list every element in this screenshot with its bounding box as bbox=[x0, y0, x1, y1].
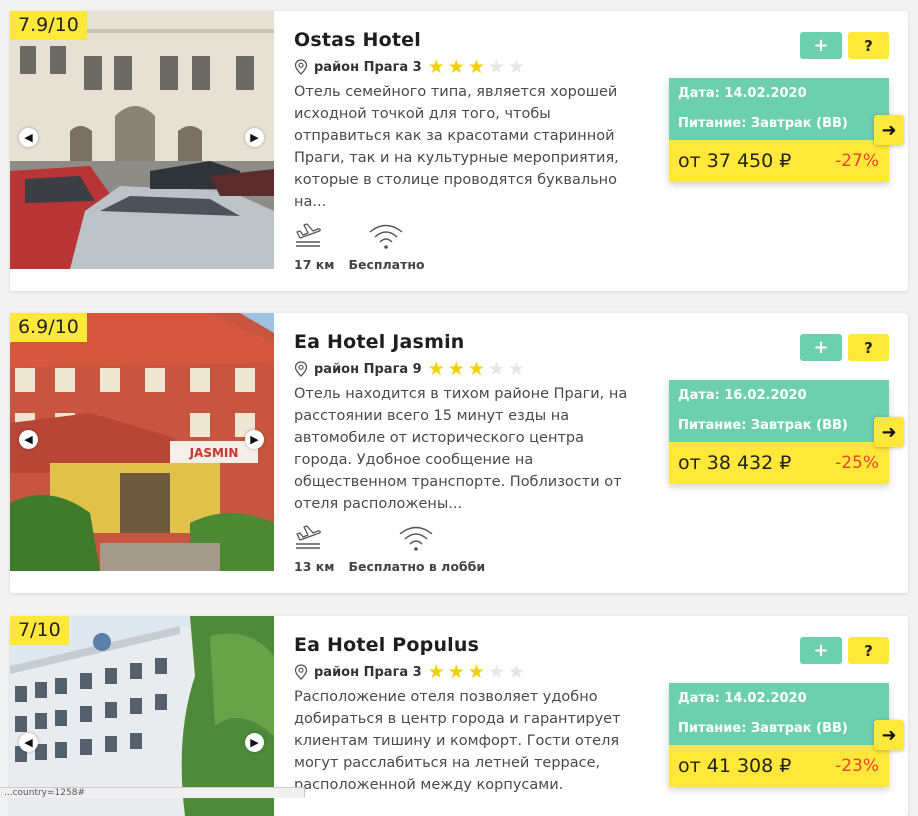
chevron-right-icon[interactable]: ▶ bbox=[245, 733, 264, 752]
features: 17 км Бесплатно bbox=[294, 221, 644, 272]
star-empty-icon: ★ bbox=[507, 56, 525, 78]
map-pin-icon bbox=[294, 664, 308, 680]
star-rating: ★ ★ ★ ★ ★ bbox=[427, 358, 528, 380]
jasmin-sign: JASMIN bbox=[189, 446, 239, 460]
hotel-name[interactable]: Ea Hotel Jasmin bbox=[294, 331, 644, 353]
add-button[interactable]: + bbox=[800, 32, 842, 59]
offer-price: от 41 308 ₽ bbox=[678, 755, 792, 777]
question-button[interactable]: ? bbox=[848, 637, 889, 664]
wifi-info: Бесплатно в лобби bbox=[348, 559, 486, 574]
offer-meal: Питание: Завтрак (BB) bbox=[678, 721, 848, 736]
wifi-icon bbox=[400, 526, 433, 551]
hotel-description: Отель находится в тихом районе Праги, на… bbox=[294, 386, 628, 512]
arrow-right-icon[interactable]: ➜ bbox=[874, 720, 904, 750]
star-icon: ★ bbox=[467, 358, 485, 380]
hotel-card: 7.9/10 ◀ ▶ Ostas Hotel район Прага 3 ★ ★… bbox=[10, 11, 908, 291]
offer-price: от 38 432 ₽ bbox=[678, 452, 792, 474]
hotel-description: Расположение отеля позволяет удобно доби… bbox=[294, 689, 621, 793]
airplane-landing-icon bbox=[296, 525, 321, 549]
arrow-right-icon[interactable]: ➜ bbox=[874, 417, 904, 447]
add-button[interactable]: + bbox=[800, 334, 842, 361]
offer-meal: Питание: Завтрак (BB) bbox=[678, 418, 848, 433]
chevron-right-icon[interactable]: ▶ bbox=[245, 430, 264, 449]
hotel-name[interactable]: Ostas Hotel bbox=[294, 29, 644, 51]
hotel-card: 7/10 ◀ ▶ Ea Hotel Populus район Прага 3 … bbox=[10, 616, 908, 816]
offer-price-row: от 41 308 ₽ -23% bbox=[669, 745, 889, 787]
offer-meal: Питание: Завтрак (BB) bbox=[678, 116, 848, 131]
district: район Прага 9 bbox=[314, 361, 422, 377]
star-icon: ★ bbox=[447, 661, 465, 683]
offer-details: Дата: 14.02.2020 Питание: Завтрак (BB) bbox=[669, 683, 889, 745]
chevron-left-icon[interactable]: ◀ bbox=[19, 430, 38, 449]
add-button[interactable]: + bbox=[800, 637, 842, 664]
wifi-info: Бесплатно bbox=[348, 257, 425, 272]
feature-wifi: Бесплатно в лобби bbox=[348, 523, 485, 574]
question-button[interactable]: ? bbox=[848, 334, 889, 361]
hotel-photo[interactable]: 7.9/10 ◀ ▶ bbox=[10, 11, 274, 269]
airplane-landing-icon bbox=[296, 223, 321, 247]
offer-price-row: от 37 450 ₽ -27% bbox=[669, 140, 889, 182]
offer-box[interactable]: Дата: 14.02.2020 Питание: Завтрак (BB) о… bbox=[669, 78, 889, 182]
location-row: район Прага 3 ★ ★ ★ ★ ★ bbox=[294, 57, 644, 77]
offer-price-row: от 38 432 ₽ -25% bbox=[669, 442, 889, 484]
offer-date: Дата: 14.02.2020 bbox=[678, 86, 807, 101]
district: район Прага 3 bbox=[314, 664, 422, 680]
feature-wifi: Бесплатно bbox=[348, 221, 425, 272]
star-empty-icon: ★ bbox=[487, 56, 505, 78]
status-url: ...country=1258# bbox=[0, 787, 305, 798]
offer-date: Дата: 16.02.2020 bbox=[678, 388, 807, 403]
offer-discount: -27% bbox=[835, 151, 879, 171]
chevron-right-icon[interactable]: ▶ bbox=[245, 128, 264, 147]
chevron-left-icon[interactable]: ◀ bbox=[19, 128, 38, 147]
arrow-right-icon[interactable]: ➜ bbox=[874, 115, 904, 145]
chevron-left-icon[interactable]: ◀ bbox=[19, 733, 38, 752]
airport-distance: 13 км bbox=[294, 559, 335, 574]
district: район Прага 3 bbox=[314, 59, 422, 75]
star-icon: ★ bbox=[467, 56, 485, 78]
offer-box[interactable]: Дата: 16.02.2020 Питание: Завтрак (BB) о… bbox=[669, 380, 889, 484]
feature-airport: 17 км bbox=[294, 221, 334, 272]
map-pin-icon bbox=[294, 361, 308, 377]
star-empty-icon: ★ bbox=[507, 661, 525, 683]
location-row: район Прага 9 ★ ★ ★ ★ ★ bbox=[294, 359, 644, 379]
offer-details: Дата: 16.02.2020 Питание: Завтрак (BB) bbox=[669, 380, 889, 442]
star-empty-icon: ★ bbox=[487, 358, 505, 380]
star-icon: ★ bbox=[467, 661, 485, 683]
offer-discount: -25% bbox=[835, 453, 879, 473]
star-icon: ★ bbox=[427, 661, 445, 683]
star-rating: ★ ★ ★ ★ ★ bbox=[427, 56, 528, 78]
hotel-name[interactable]: Ea Hotel Populus bbox=[294, 634, 644, 656]
location-row: район Прага 3 ★ ★ ★ ★ ★ bbox=[294, 662, 644, 682]
offer-box[interactable]: Дата: 14.02.2020 Питание: Завтрак (BB) о… bbox=[669, 683, 889, 787]
hotel-info: Ostas Hotel район Прага 3 ★ ★ ★ ★ ★ Отел… bbox=[294, 29, 644, 272]
hotel-description: Отель семейного типа, является хорошей и… bbox=[294, 84, 619, 210]
hotel-photo[interactable]: JASMIN 6.9/10 ◀ ▶ bbox=[10, 313, 274, 571]
offer-price: от 37 450 ₽ bbox=[678, 150, 792, 172]
hotel-photo[interactable]: 7/10 ◀ ▶ bbox=[10, 616, 274, 816]
hotel-info: Ea Hotel Jasmin район Прага 9 ★ ★ ★ ★ ★ … bbox=[294, 331, 644, 574]
star-rating: ★ ★ ★ ★ ★ bbox=[427, 661, 528, 683]
features: 13 км Бесплатно в лобби bbox=[294, 523, 644, 574]
airport-distance: 17 км bbox=[294, 257, 335, 272]
star-empty-icon: ★ bbox=[507, 358, 525, 380]
feature-airport: 13 км bbox=[294, 523, 334, 574]
map-pin-icon bbox=[294, 59, 308, 75]
star-icon: ★ bbox=[427, 358, 445, 380]
hotel-card: JASMIN 6.9/10 ◀ ▶ Ea Hotel Jasmin район … bbox=[10, 313, 908, 593]
rating-badge: 7/10 bbox=[10, 616, 69, 645]
offer-date: Дата: 14.02.2020 bbox=[678, 691, 807, 706]
rating-badge: 7.9/10 bbox=[10, 11, 87, 40]
hotel-info: Ea Hotel Populus район Прага 3 ★ ★ ★ ★ ★… bbox=[294, 634, 644, 796]
offer-discount: -23% bbox=[835, 756, 879, 776]
wifi-icon bbox=[370, 224, 403, 249]
question-button[interactable]: ? bbox=[848, 32, 889, 59]
rating-badge: 6.9/10 bbox=[10, 313, 87, 342]
star-icon: ★ bbox=[447, 358, 465, 380]
offer-details: Дата: 14.02.2020 Питание: Завтрак (BB) bbox=[669, 78, 889, 140]
star-empty-icon: ★ bbox=[487, 661, 505, 683]
star-icon: ★ bbox=[447, 56, 465, 78]
star-icon: ★ bbox=[427, 56, 445, 78]
